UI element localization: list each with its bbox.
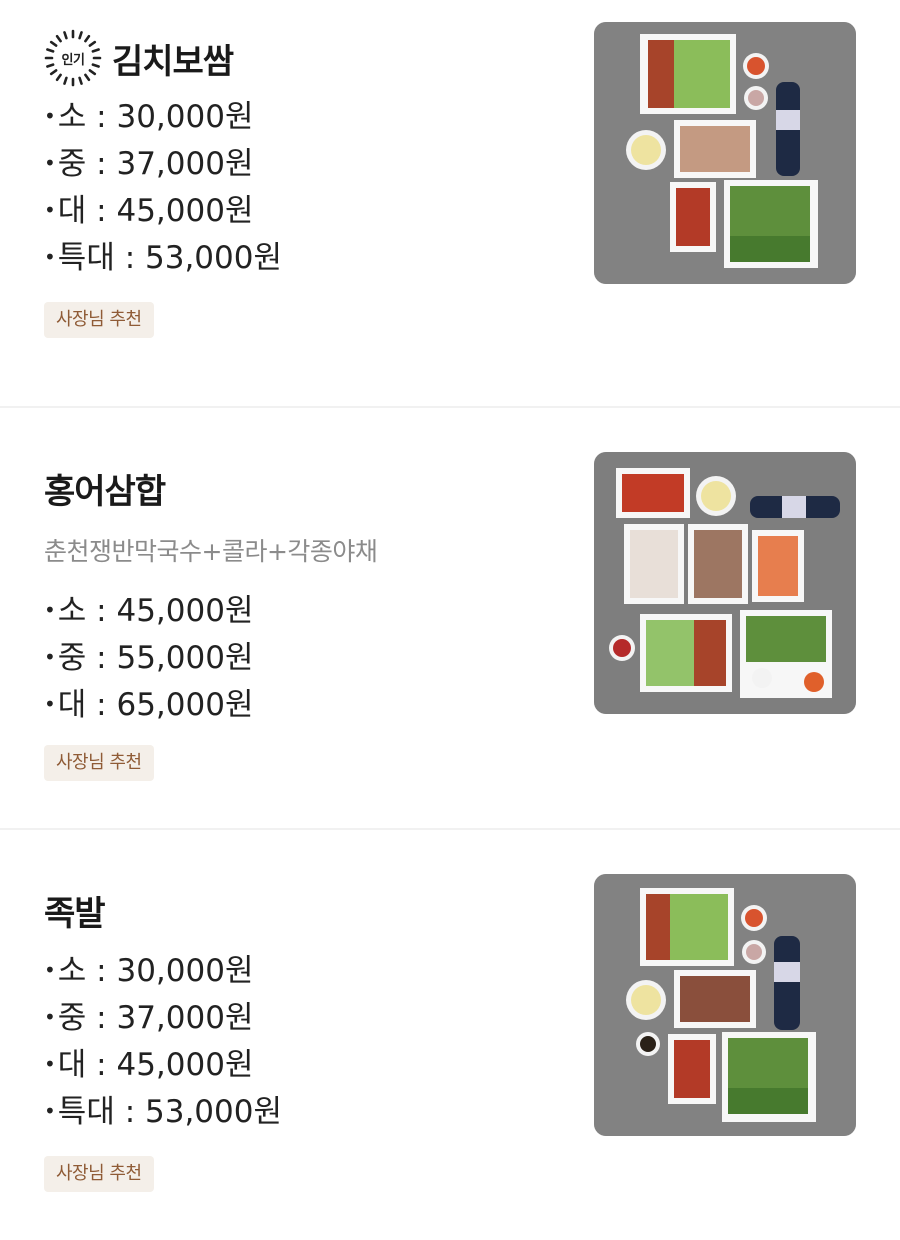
price-value: 53,000원	[145, 240, 282, 276]
size-label: 소	[57, 953, 87, 989]
separator: :	[86, 953, 117, 989]
bullet: •	[44, 958, 56, 982]
menu-item-jokbal[interactable]: 족발 • 소 : 30,000원 • 중 : 37,000원 • 대 : 45,000…	[0, 830, 900, 1240]
price-row: • 소 : 45,000원	[44, 588, 574, 635]
size-label: 소	[57, 593, 87, 629]
price-row: • 특대 : 53,000원	[44, 235, 574, 282]
separator: :	[114, 240, 145, 276]
separator: :	[114, 1094, 145, 1130]
menu-name: 김치보쌈	[112, 41, 234, 82]
bullet: •	[44, 1005, 56, 1029]
bullet: •	[44, 645, 56, 669]
popular-badge-icon: 인기	[42, 27, 104, 89]
bullet: •	[44, 692, 56, 716]
size-label: 특대	[57, 240, 115, 276]
price-row: • 특대 : 53,000원	[44, 1089, 574, 1136]
price-list: • 소 : 45,000원 • 중 : 55,000원 • 대 : 65,000원	[44, 588, 574, 729]
price-row: • 중 : 37,000원	[44, 995, 574, 1042]
price-row: • 중 : 55,000원	[44, 635, 574, 682]
bullet: •	[44, 1052, 56, 1076]
price-value: 45,000원	[116, 1047, 254, 1083]
price-row: • 중 : 37,000원	[44, 141, 574, 188]
menu-item-info: 인기 김치보쌈 • 소 : 30,000원 • 중 : 37,000원 • 대 : 4…	[42, 27, 574, 338]
price-value: 55,000원	[116, 640, 254, 676]
price-list: • 소 : 30,000원 • 중 : 37,000원 • 대 : 45,000원 •…	[44, 948, 574, 1136]
bullet: •	[44, 245, 56, 269]
bullet: •	[44, 598, 56, 622]
price-row: • 대 : 65,000원	[44, 682, 574, 729]
size-label: 대	[57, 687, 87, 723]
size-label: 대	[57, 1047, 87, 1083]
menu-name: 족발	[44, 893, 106, 934]
bullet: •	[44, 151, 56, 175]
price-row: • 대 : 45,000원	[44, 1042, 574, 1089]
price-value: 65,000원	[116, 687, 254, 723]
menu-description: 춘천쟁반막국수+콜라+각종야채	[44, 537, 378, 566]
size-label: 중	[57, 640, 87, 676]
separator: :	[86, 1047, 117, 1083]
price-row: • 소 : 30,000원	[44, 94, 574, 141]
menu-list: 인기 김치보쌈 • 소 : 30,000원 • 중 : 37,000원 • 대 : 4…	[0, 0, 900, 1240]
separator: :	[86, 687, 117, 723]
separator: :	[86, 146, 117, 182]
menu-item-hongeo-samhap[interactable]: 홍어삼합 춘천쟁반막국수+콜라+각종야채 • 소 : 45,000원 • 중 : 5…	[0, 408, 900, 830]
hongeo-samhap-platter-photo[interactable]	[594, 452, 856, 714]
menu-name: 홍어삼합	[44, 471, 166, 512]
jokbal-platter-photo[interactable]	[594, 874, 856, 1136]
owner-recommend-tag: 사장님 추천	[44, 745, 154, 781]
price-value: 30,000원	[116, 99, 254, 135]
menu-item-info: 홍어삼합 춘천쟁반막국수+콜라+각종야채 • 소 : 45,000원 • 중 : 5…	[44, 460, 574, 781]
size-label: 특대	[57, 1094, 115, 1130]
separator: :	[86, 193, 117, 229]
price-list: • 소 : 30,000원 • 중 : 37,000원 • 대 : 45,000원 •…	[44, 94, 574, 282]
size-label: 대	[57, 193, 87, 229]
bullet: •	[44, 1099, 56, 1123]
bossam-platter-photo[interactable]	[594, 22, 856, 284]
menu-title-row: 홍어삼합	[44, 460, 574, 516]
menu-item-info: 족발 • 소 : 30,000원 • 중 : 37,000원 • 대 : 45,000…	[44, 882, 574, 1192]
separator: :	[86, 1000, 117, 1036]
bullet: •	[44, 104, 56, 128]
price-value: 45,000원	[116, 193, 254, 229]
price-row: • 소 : 30,000원	[44, 948, 574, 995]
size-label: 중	[57, 146, 87, 182]
bullet: •	[44, 198, 56, 222]
price-value: 30,000원	[116, 953, 254, 989]
popular-badge-label: 인기	[61, 52, 85, 68]
size-label: 중	[57, 1000, 87, 1036]
price-value: 53,000원	[145, 1094, 282, 1130]
menu-title-row: 인기 김치보쌈	[42, 27, 574, 89]
price-value: 37,000원	[116, 1000, 254, 1036]
separator: :	[86, 99, 117, 135]
price-value: 37,000원	[116, 146, 254, 182]
separator: :	[86, 593, 117, 629]
price-row: • 대 : 45,000원	[44, 188, 574, 235]
owner-recommend-tag: 사장님 추천	[44, 302, 154, 338]
menu-item-kimchi-bossam[interactable]: 인기 김치보쌈 • 소 : 30,000원 • 중 : 37,000원 • 대 : 4…	[0, 0, 900, 408]
price-value: 45,000원	[116, 593, 254, 629]
owner-recommend-tag: 사장님 추천	[44, 1156, 154, 1192]
menu-title-row: 족발	[44, 882, 574, 938]
size-label: 소	[57, 99, 87, 135]
separator: :	[86, 640, 117, 676]
